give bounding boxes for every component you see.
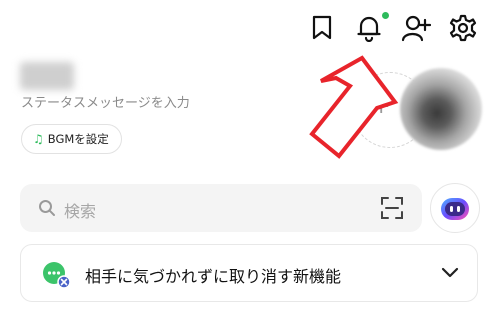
bookmark-icon	[312, 15, 332, 40]
notifications-button[interactable]	[353, 12, 389, 44]
settings-icon	[449, 14, 477, 42]
ai-assistant-button[interactable]	[430, 183, 480, 233]
bookmark-button[interactable]	[306, 12, 338, 44]
set-bgm-label: BGMを設定	[47, 132, 109, 146]
search-input[interactable]: 検索	[64, 198, 96, 222]
notification-dot	[382, 12, 389, 19]
add-friend-button[interactable]	[400, 12, 432, 44]
settings-button[interactable]	[447, 12, 479, 44]
bell-icon	[357, 16, 381, 42]
profile-name-blurred[interactable]	[20, 62, 74, 90]
add-photo-plus-icon[interactable]: +	[372, 96, 390, 118]
qr-scan-icon[interactable]	[380, 196, 404, 220]
feature-banner[interactable]: 相手に気づかれずに取り消す新機能	[20, 244, 478, 302]
add-friend-icon	[401, 15, 431, 42]
ai-robot-icon	[441, 198, 469, 220]
unsend-message-icon	[43, 262, 71, 289]
avatar[interactable]	[400, 68, 482, 150]
chevron-down-icon[interactable]	[441, 265, 459, 279]
search-icon	[39, 200, 55, 216]
set-bgm-button[interactable]: ♫ BGMを設定	[21, 124, 122, 154]
music-note-icon: ♫	[33, 132, 44, 146]
status-message-input[interactable]: ステータスメッセージを入力	[21, 92, 190, 111]
banner-text: 相手に気づかれずに取り消す新機能	[85, 267, 342, 286]
search-bar[interactable]: 検索	[20, 184, 422, 232]
